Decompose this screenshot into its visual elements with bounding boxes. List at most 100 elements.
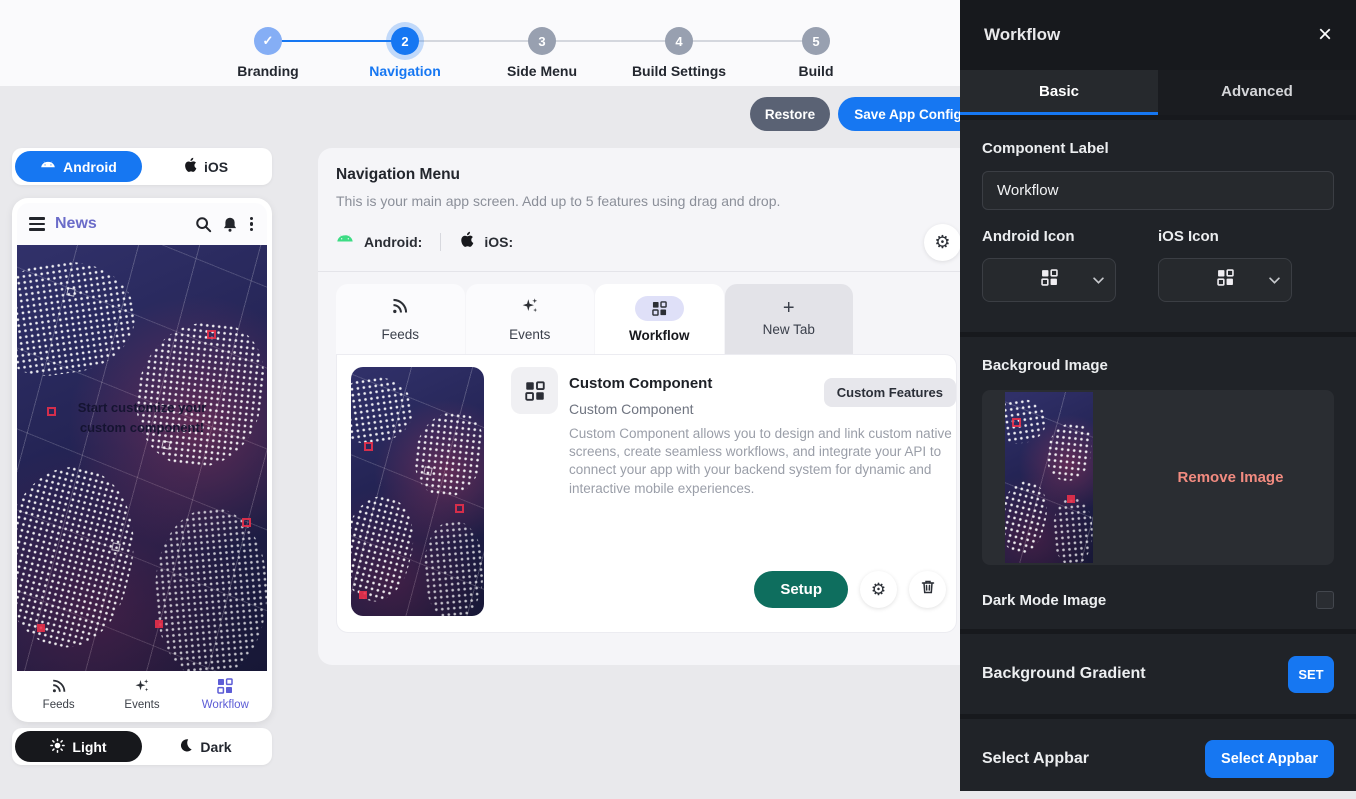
world-map-image <box>17 245 267 671</box>
search-icon[interactable] <box>195 216 212 233</box>
step-build[interactable]: 5 Build <box>756 12 876 79</box>
step-branding[interactable]: ✓ Branding <box>208 12 328 79</box>
menu-icon[interactable] <box>29 217 45 230</box>
feature-tabs: Feeds Events Workflow + New Tab <box>336 284 957 354</box>
tab-events[interactable]: Events <box>466 284 595 354</box>
step-navigation[interactable]: 2 Navigation <box>345 12 465 79</box>
android-icon <box>40 159 56 175</box>
tab-workflow-label: Workflow <box>629 328 690 343</box>
step-build-settings-label: Build Settings <box>619 63 739 79</box>
chevron-down-icon <box>1269 271 1280 289</box>
component-actions: Setup ⚙ <box>754 571 946 608</box>
theme-light-toggle[interactable]: Light <box>15 731 142 762</box>
ios-icon-label: iOS Icon <box>1158 228 1334 245</box>
sparkles-icon <box>521 297 539 320</box>
android-label: Android: <box>364 234 422 250</box>
tab-advanced[interactable]: Advanced <box>1158 70 1356 115</box>
select-appbar-label: Select Appbar <box>982 750 1205 768</box>
bell-icon[interactable] <box>222 216 238 233</box>
platform-toggle: Android iOS <box>12 148 272 185</box>
section-background-image: Backgroud Image Remove Image Dark Mode I… <box>960 332 1356 629</box>
preview-nav-events[interactable]: Events <box>100 671 183 717</box>
component-delete-button[interactable] <box>909 571 946 608</box>
tab-feeds-label: Feeds <box>381 327 419 342</box>
theme-dark-label: Dark <box>200 739 231 755</box>
plus-icon: + <box>783 301 795 315</box>
preview-nav-workflow[interactable]: Workflow <box>184 671 267 717</box>
apple-icon <box>183 157 197 176</box>
dashboard-icon <box>1217 269 1234 291</box>
step-build-settings-circle: 4 <box>665 27 693 55</box>
preview-overlay-text: Start customize your custom component! <box>17 398 267 437</box>
drawer-header: Workflow × <box>960 0 1356 70</box>
close-icon[interactable]: × <box>1318 23 1332 47</box>
preview-nav-feeds-label: Feeds <box>43 699 75 711</box>
phone-preview: News Start customize your <box>12 198 272 722</box>
set-gradient-button[interactable]: SET <box>1288 656 1334 693</box>
step-side-menu[interactable]: 3 Side Menu <box>482 12 602 79</box>
theme-toggle: Light Dark <box>12 728 272 765</box>
section-select-appbar: Select Appbar Select Appbar <box>960 714 1356 799</box>
settings-gear-button[interactable]: ⚙ <box>924 224 961 261</box>
select-appbar-button[interactable]: Select Appbar <box>1205 740 1334 778</box>
step-build-circle: 5 <box>802 27 830 55</box>
tab-events-label: Events <box>509 327 550 342</box>
rss-icon <box>51 678 67 697</box>
platform-icons-row: Android: iOS: ⚙ <box>336 227 957 257</box>
background-gradient-label: Background Gradient <box>982 665 1288 683</box>
preview-bottom-nav: Feeds Events Workflow <box>17 671 267 717</box>
remove-image-button[interactable]: Remove Image <box>1127 469 1334 486</box>
android-icon-dropdown[interactable] <box>982 258 1116 302</box>
drawer-tabs: Basic Advanced <box>960 70 1356 115</box>
component-thumbnail <box>351 367 484 616</box>
theme-light-label: Light <box>72 739 106 755</box>
setup-button[interactable]: Setup <box>754 571 848 608</box>
tab-new-tab[interactable]: + New Tab <box>725 284 854 354</box>
ios-icon-dropdown[interactable] <box>1158 258 1292 302</box>
preview-nav-events-label: Events <box>124 699 159 711</box>
platform-android-toggle[interactable]: Android <box>15 151 142 182</box>
step-build-label: Build <box>756 63 876 79</box>
custom-features-badge: Custom Features <box>824 378 956 407</box>
dark-mode-image-label: Dark Mode Image <box>982 592 1316 609</box>
dark-mode-image-checkbox[interactable] <box>1316 591 1334 609</box>
section-component: Component Label Android Icon iOS Icon <box>960 115 1356 332</box>
component-settings-button[interactable]: ⚙ <box>860 571 897 608</box>
gear-icon: ⚙ <box>871 580 886 600</box>
trash-icon <box>920 579 936 600</box>
apple-icon <box>459 231 474 253</box>
divider <box>318 271 975 272</box>
preview-nav-workflow-label: Workflow <box>202 699 249 711</box>
step-side-menu-circle: 3 <box>528 27 556 55</box>
navigation-menu-panel: Navigation Menu This is your main app sc… <box>318 148 975 665</box>
tab-basic[interactable]: Basic <box>960 70 1158 115</box>
restore-button[interactable]: Restore <box>750 97 830 131</box>
step-navigation-circle: 2 <box>391 27 419 55</box>
kebab-menu-icon[interactable] <box>248 217 255 232</box>
preview-appbar: News <box>17 203 267 245</box>
platform-ios-toggle[interactable]: iOS <box>142 151 269 182</box>
section-background-gradient: Background Gradient SET <box>960 629 1356 714</box>
rss-icon <box>391 297 409 320</box>
component-description: Custom Component allows you to design an… <box>569 425 974 498</box>
workflow-settings-drawer: Workflow × Basic Advanced Component Labe… <box>960 0 1356 791</box>
theme-dark-toggle[interactable]: Dark <box>142 731 269 762</box>
editor-title: Navigation Menu <box>336 166 957 184</box>
android-icon-label: Android Icon <box>982 228 1158 245</box>
preview-nav-feeds[interactable]: Feeds <box>17 671 100 717</box>
moon-icon <box>179 738 193 755</box>
component-label-input[interactable] <box>982 171 1334 210</box>
step-build-settings[interactable]: 4 Build Settings <box>619 12 739 79</box>
tab-feeds[interactable]: Feeds <box>336 284 465 354</box>
divider <box>440 233 441 251</box>
tab-new-tab-label: New Tab <box>763 322 815 337</box>
save-app-config-button[interactable]: Save App Config <box>838 97 978 131</box>
ios-label: iOS: <box>484 234 513 250</box>
component-subtitle: Custom Component <box>569 401 712 417</box>
platform-ios-label: iOS <box>204 159 228 175</box>
tab-workflow[interactable]: Workflow <box>595 284 724 354</box>
sun-icon <box>50 738 65 756</box>
background-image-box: Remove Image <box>982 390 1334 565</box>
step-navigation-label: Navigation <box>345 63 465 79</box>
sparkles-icon <box>134 678 150 697</box>
